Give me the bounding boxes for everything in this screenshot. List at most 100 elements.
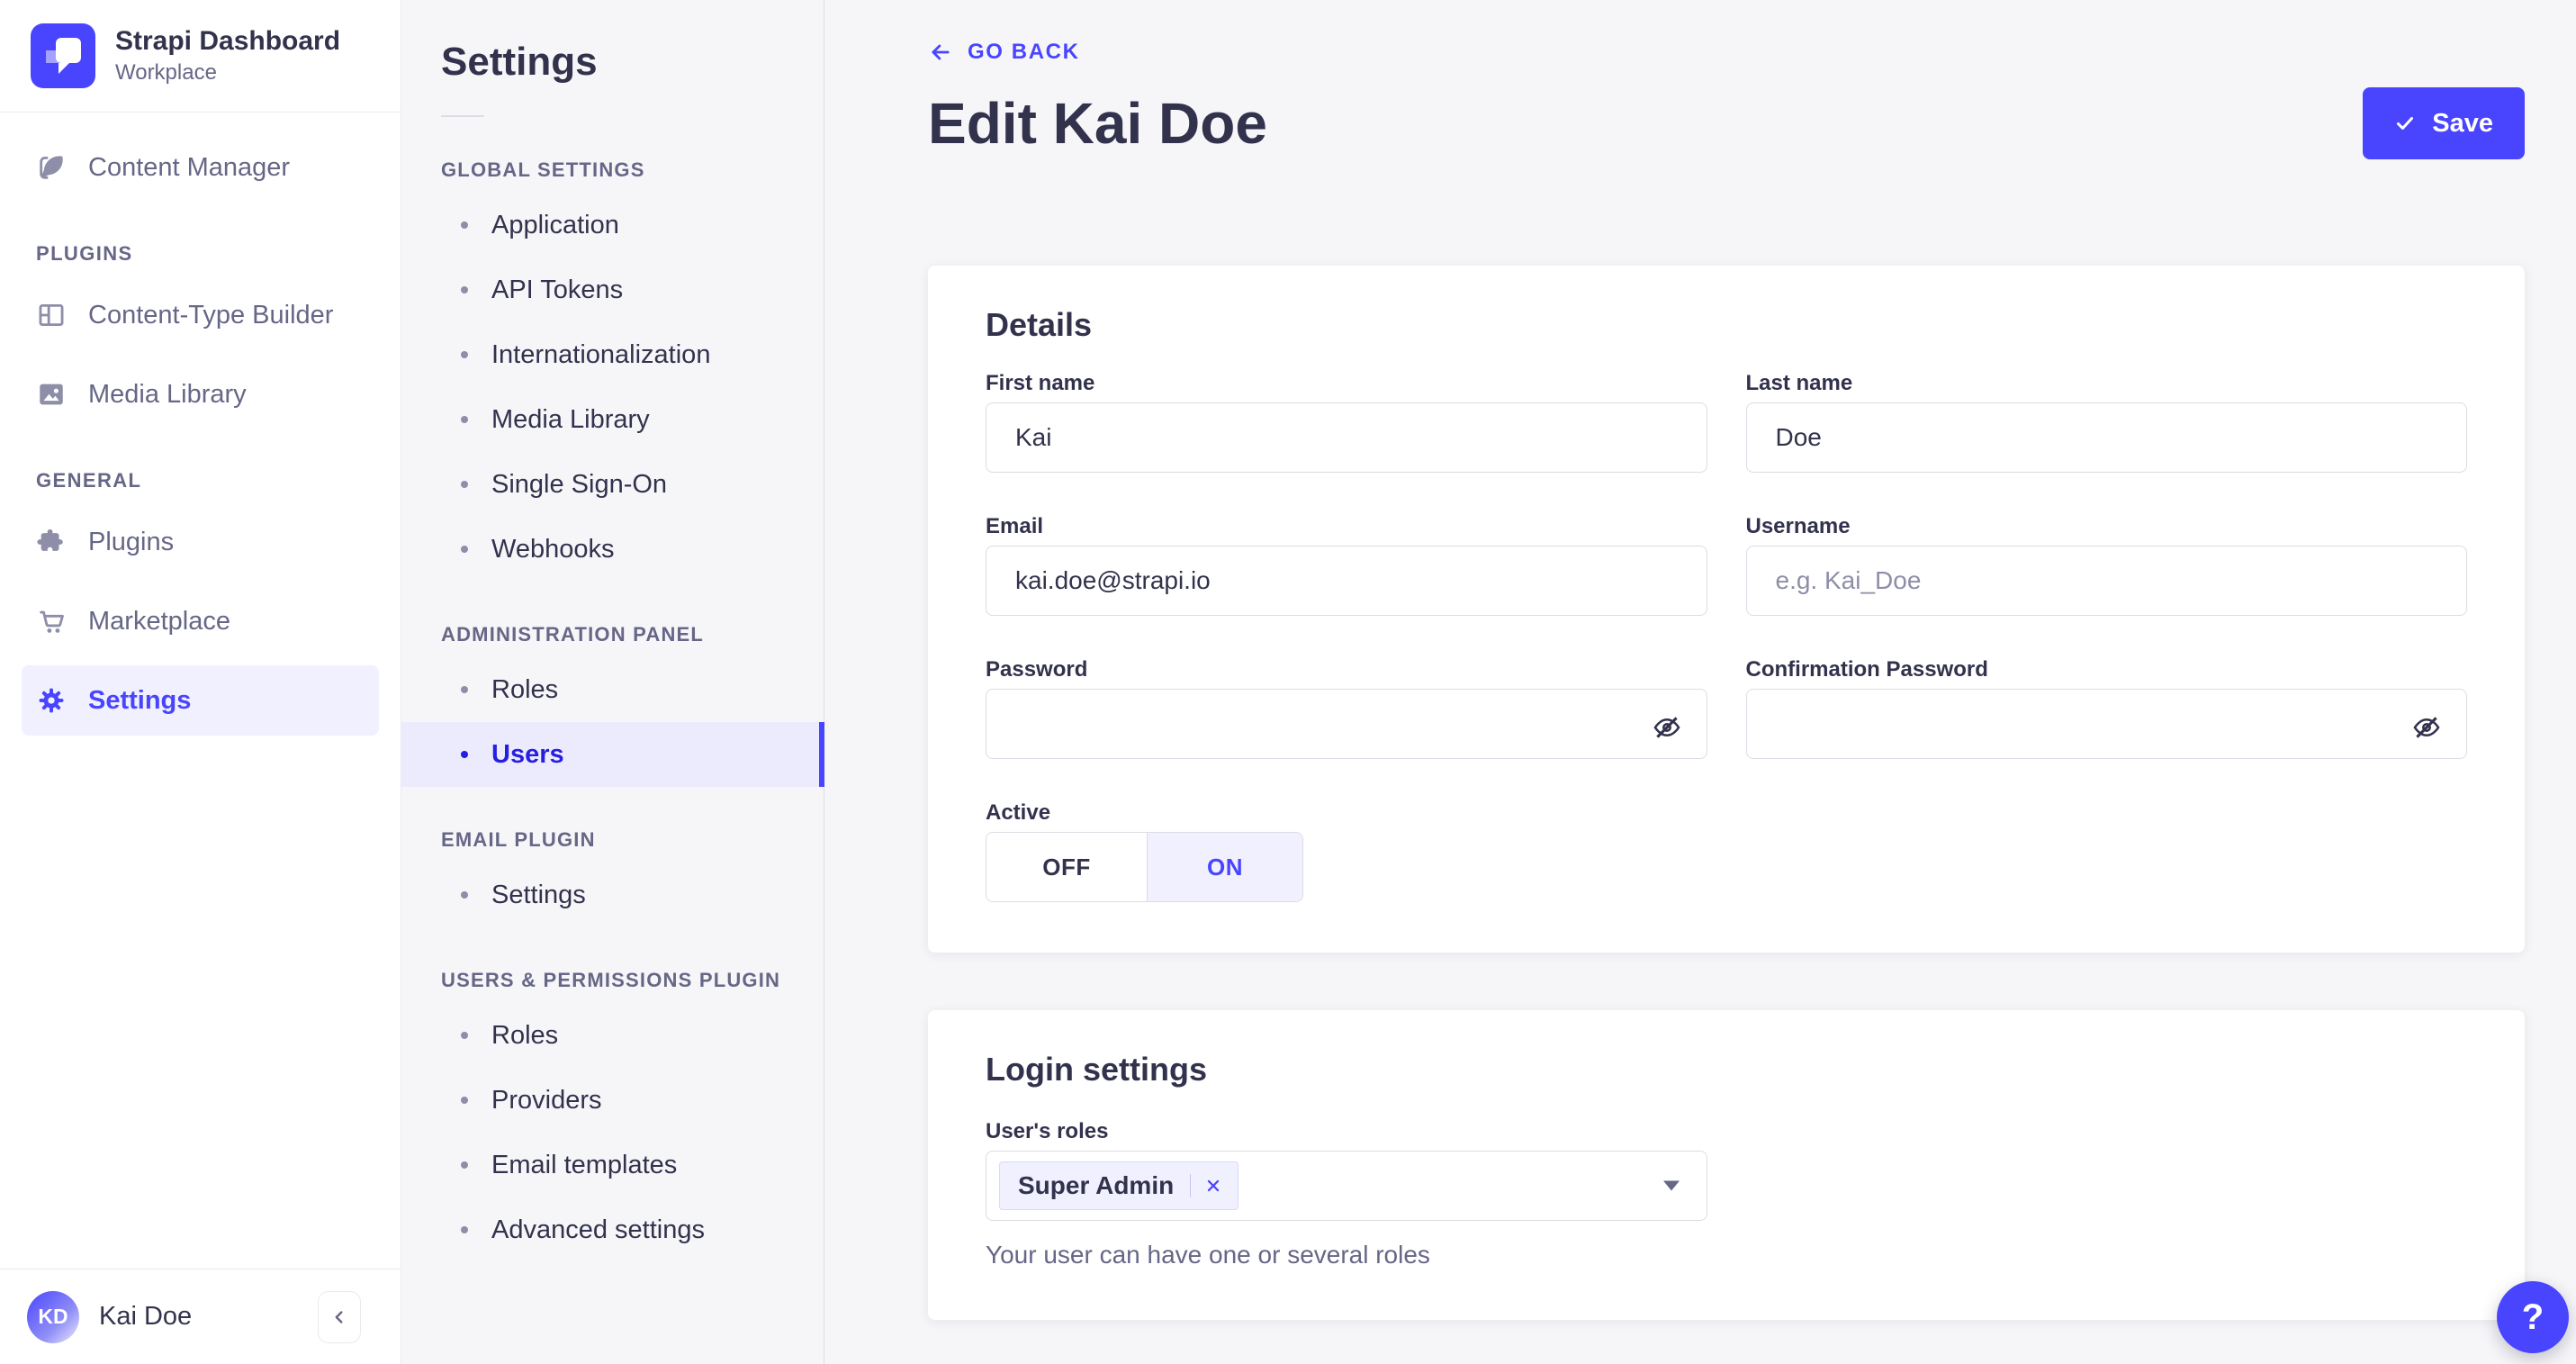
bullet-icon <box>461 1161 468 1169</box>
toggle-password-visibility-button[interactable] <box>1648 709 1686 746</box>
active-toggle: OFF ON <box>986 832 1303 902</box>
app-sidebar: Strapi Dashboard Workplace Content Manag… <box>0 0 401 1364</box>
user-name: Kai Doe <box>99 1302 193 1331</box>
sidebar-item-content-manager[interactable]: Content Manager <box>22 132 379 203</box>
bullet-icon <box>461 1032 468 1039</box>
settings-subnav: Settings GLOBAL SETTINGS Application API… <box>401 0 824 1364</box>
sidebar-section-general: GENERAL <box>36 469 142 492</box>
collapse-sidebar-button[interactable] <box>318 1290 361 1343</box>
subnav-item-label: API Tokens <box>491 275 624 304</box>
go-back-link[interactable]: GO BACK <box>928 40 1080 65</box>
subnav-item-label: Application <box>491 210 619 239</box>
brand-text: Strapi Dashboard Workplace <box>115 25 340 86</box>
eye-off-icon <box>2411 712 2442 743</box>
sidebar-item-label: Content-Type Builder <box>88 300 334 330</box>
sidebar-item-content-type-builder[interactable]: Content-Type Builder <box>22 280 379 350</box>
details-card: Details First name Last name Email Usern… <box>928 266 2525 953</box>
sidebar-item-label: Content Manager <box>88 152 291 182</box>
strapi-admin-app: { "app": { "name": "Strapi Dashboard", "… <box>0 0 2576 1364</box>
first-name-field-group: First name <box>986 372 1707 473</box>
subnav-item-single-sign-on[interactable]: Single Sign-On <box>401 452 824 517</box>
subnav-item-label: Webhooks <box>491 534 615 564</box>
user-roles-select[interactable]: Super Admin <box>986 1151 1707 1221</box>
confirmation-password-field-group: Confirmation Password <box>1745 657 2467 759</box>
puzzle-icon <box>36 527 67 557</box>
bullet-icon <box>461 751 468 758</box>
bullet-icon <box>461 1226 468 1233</box>
confirmation-password-label: Confirmation Password <box>1745 657 1988 682</box>
shopping-cart-icon <box>36 606 67 637</box>
bullet-icon <box>461 546 468 553</box>
subnav-item-label: Email templates <box>491 1150 678 1179</box>
active-toggle-on[interactable]: ON <box>1147 833 1302 901</box>
subnav-item-label: Providers <box>491 1085 602 1115</box>
subnav-item-email-settings[interactable]: Settings <box>401 863 824 927</box>
sidebar-item-plugins[interactable]: Plugins <box>22 507 379 577</box>
remove-role-button[interactable] <box>1203 1176 1238 1196</box>
subnav-item-webhooks[interactable]: Webhooks <box>401 517 824 582</box>
app-title: Strapi Dashboard <box>115 26 341 56</box>
subnav-item-up-roles[interactable]: Roles <box>401 1003 824 1068</box>
subnav-item-up-providers[interactable]: Providers <box>401 1068 824 1133</box>
page-header: Edit Kai Doe Save <box>928 87 2525 159</box>
last-name-input[interactable] <box>1745 402 2467 473</box>
subnav-item-api-tokens[interactable]: API Tokens <box>401 257 824 322</box>
details-form: First name Last name Email Username Pass… <box>986 372 2467 902</box>
layout-grid-icon <box>36 300 67 330</box>
username-input[interactable] <box>1745 546 2467 616</box>
subnav-item-media-library[interactable]: Media Library <box>401 387 824 452</box>
subnav-group-email-plugin: EMAIL PLUGIN <box>441 828 596 851</box>
sidebar-footer: KD Kai Doe <box>0 1269 401 1364</box>
subnav-item-application[interactable]: Application <box>401 193 824 257</box>
subnav-item-admin-roles[interactable]: Roles <box>401 657 824 722</box>
subnav-item-up-advanced-settings[interactable]: Advanced settings <box>401 1197 824 1262</box>
toggle-confirmation-password-visibility-button[interactable] <box>2408 709 2445 746</box>
subnav-title: Settings <box>441 40 598 84</box>
confirmation-password-input[interactable] <box>1745 689 2467 759</box>
sidebar-item-marketplace[interactable]: Marketplace <box>22 586 379 656</box>
subnav-item-internationalization[interactable]: Internationalization <box>401 322 824 387</box>
arrow-left-icon <box>928 40 953 65</box>
sidebar-item-label: Plugins <box>88 527 175 556</box>
avatar[interactable]: KD <box>27 1290 79 1343</box>
password-input-wrap <box>986 689 1707 759</box>
subnav-item-label: Roles <box>491 674 559 704</box>
subnav-item-label: Internationalization <box>491 339 711 369</box>
go-back-label: GO BACK <box>968 40 1080 64</box>
role-tag-label: Super Admin <box>1018 1171 1175 1199</box>
strapi-logo-icon <box>31 23 95 88</box>
sidebar-item-settings[interactable]: Settings <box>22 665 379 736</box>
password-label: Password <box>986 657 1088 682</box>
check-icon <box>2394 113 2416 134</box>
workspace-brand[interactable]: Strapi Dashboard Workplace <box>0 0 401 113</box>
subnav-item-up-email-templates[interactable]: Email templates <box>401 1133 824 1197</box>
subnav-item-label: Single Sign-On <box>491 469 668 499</box>
question-mark-icon: ? <box>2521 1296 2544 1337</box>
role-tag-super-admin: Super Admin <box>999 1161 1239 1210</box>
email-input[interactable] <box>986 546 1707 616</box>
bullet-icon <box>461 286 468 294</box>
user-roles-field-group: User's roles Super Admin Your user can h… <box>986 1120 2467 1269</box>
subnav-divider <box>441 115 484 117</box>
sidebar-item-label: Marketplace <box>88 606 230 636</box>
email-label: Email <box>986 514 1044 538</box>
sidebar-item-label: Settings <box>88 685 192 715</box>
sidebar-item-media-library[interactable]: Media Library <box>22 359 379 429</box>
active-toggle-off[interactable]: OFF <box>986 833 1147 901</box>
password-input[interactable] <box>986 689 1707 759</box>
tag-divider <box>1190 1174 1192 1197</box>
x-icon <box>1203 1176 1223 1196</box>
last-name-label: Last name <box>1745 371 1853 395</box>
subnav-group-users-permissions: USERS & PERMISSIONS PLUGIN <box>441 969 781 991</box>
save-button[interactable]: Save <box>2363 87 2525 159</box>
subnav-item-label: Media Library <box>491 404 650 434</box>
caret-down-icon[interactable] <box>1662 1180 1680 1191</box>
first-name-input[interactable] <box>986 402 1707 473</box>
subnav-group-administration-panel: ADMINISTRATION PANEL <box>441 623 705 646</box>
subnav-item-admin-users[interactable]: Users <box>401 722 824 787</box>
help-button[interactable]: ? <box>2497 1281 2569 1353</box>
save-button-label: Save <box>2432 108 2493 138</box>
username-field-group: Username <box>1745 515 2467 616</box>
sidebar-item-label: Media Library <box>88 379 247 409</box>
first-name-label: First name <box>986 371 1095 395</box>
